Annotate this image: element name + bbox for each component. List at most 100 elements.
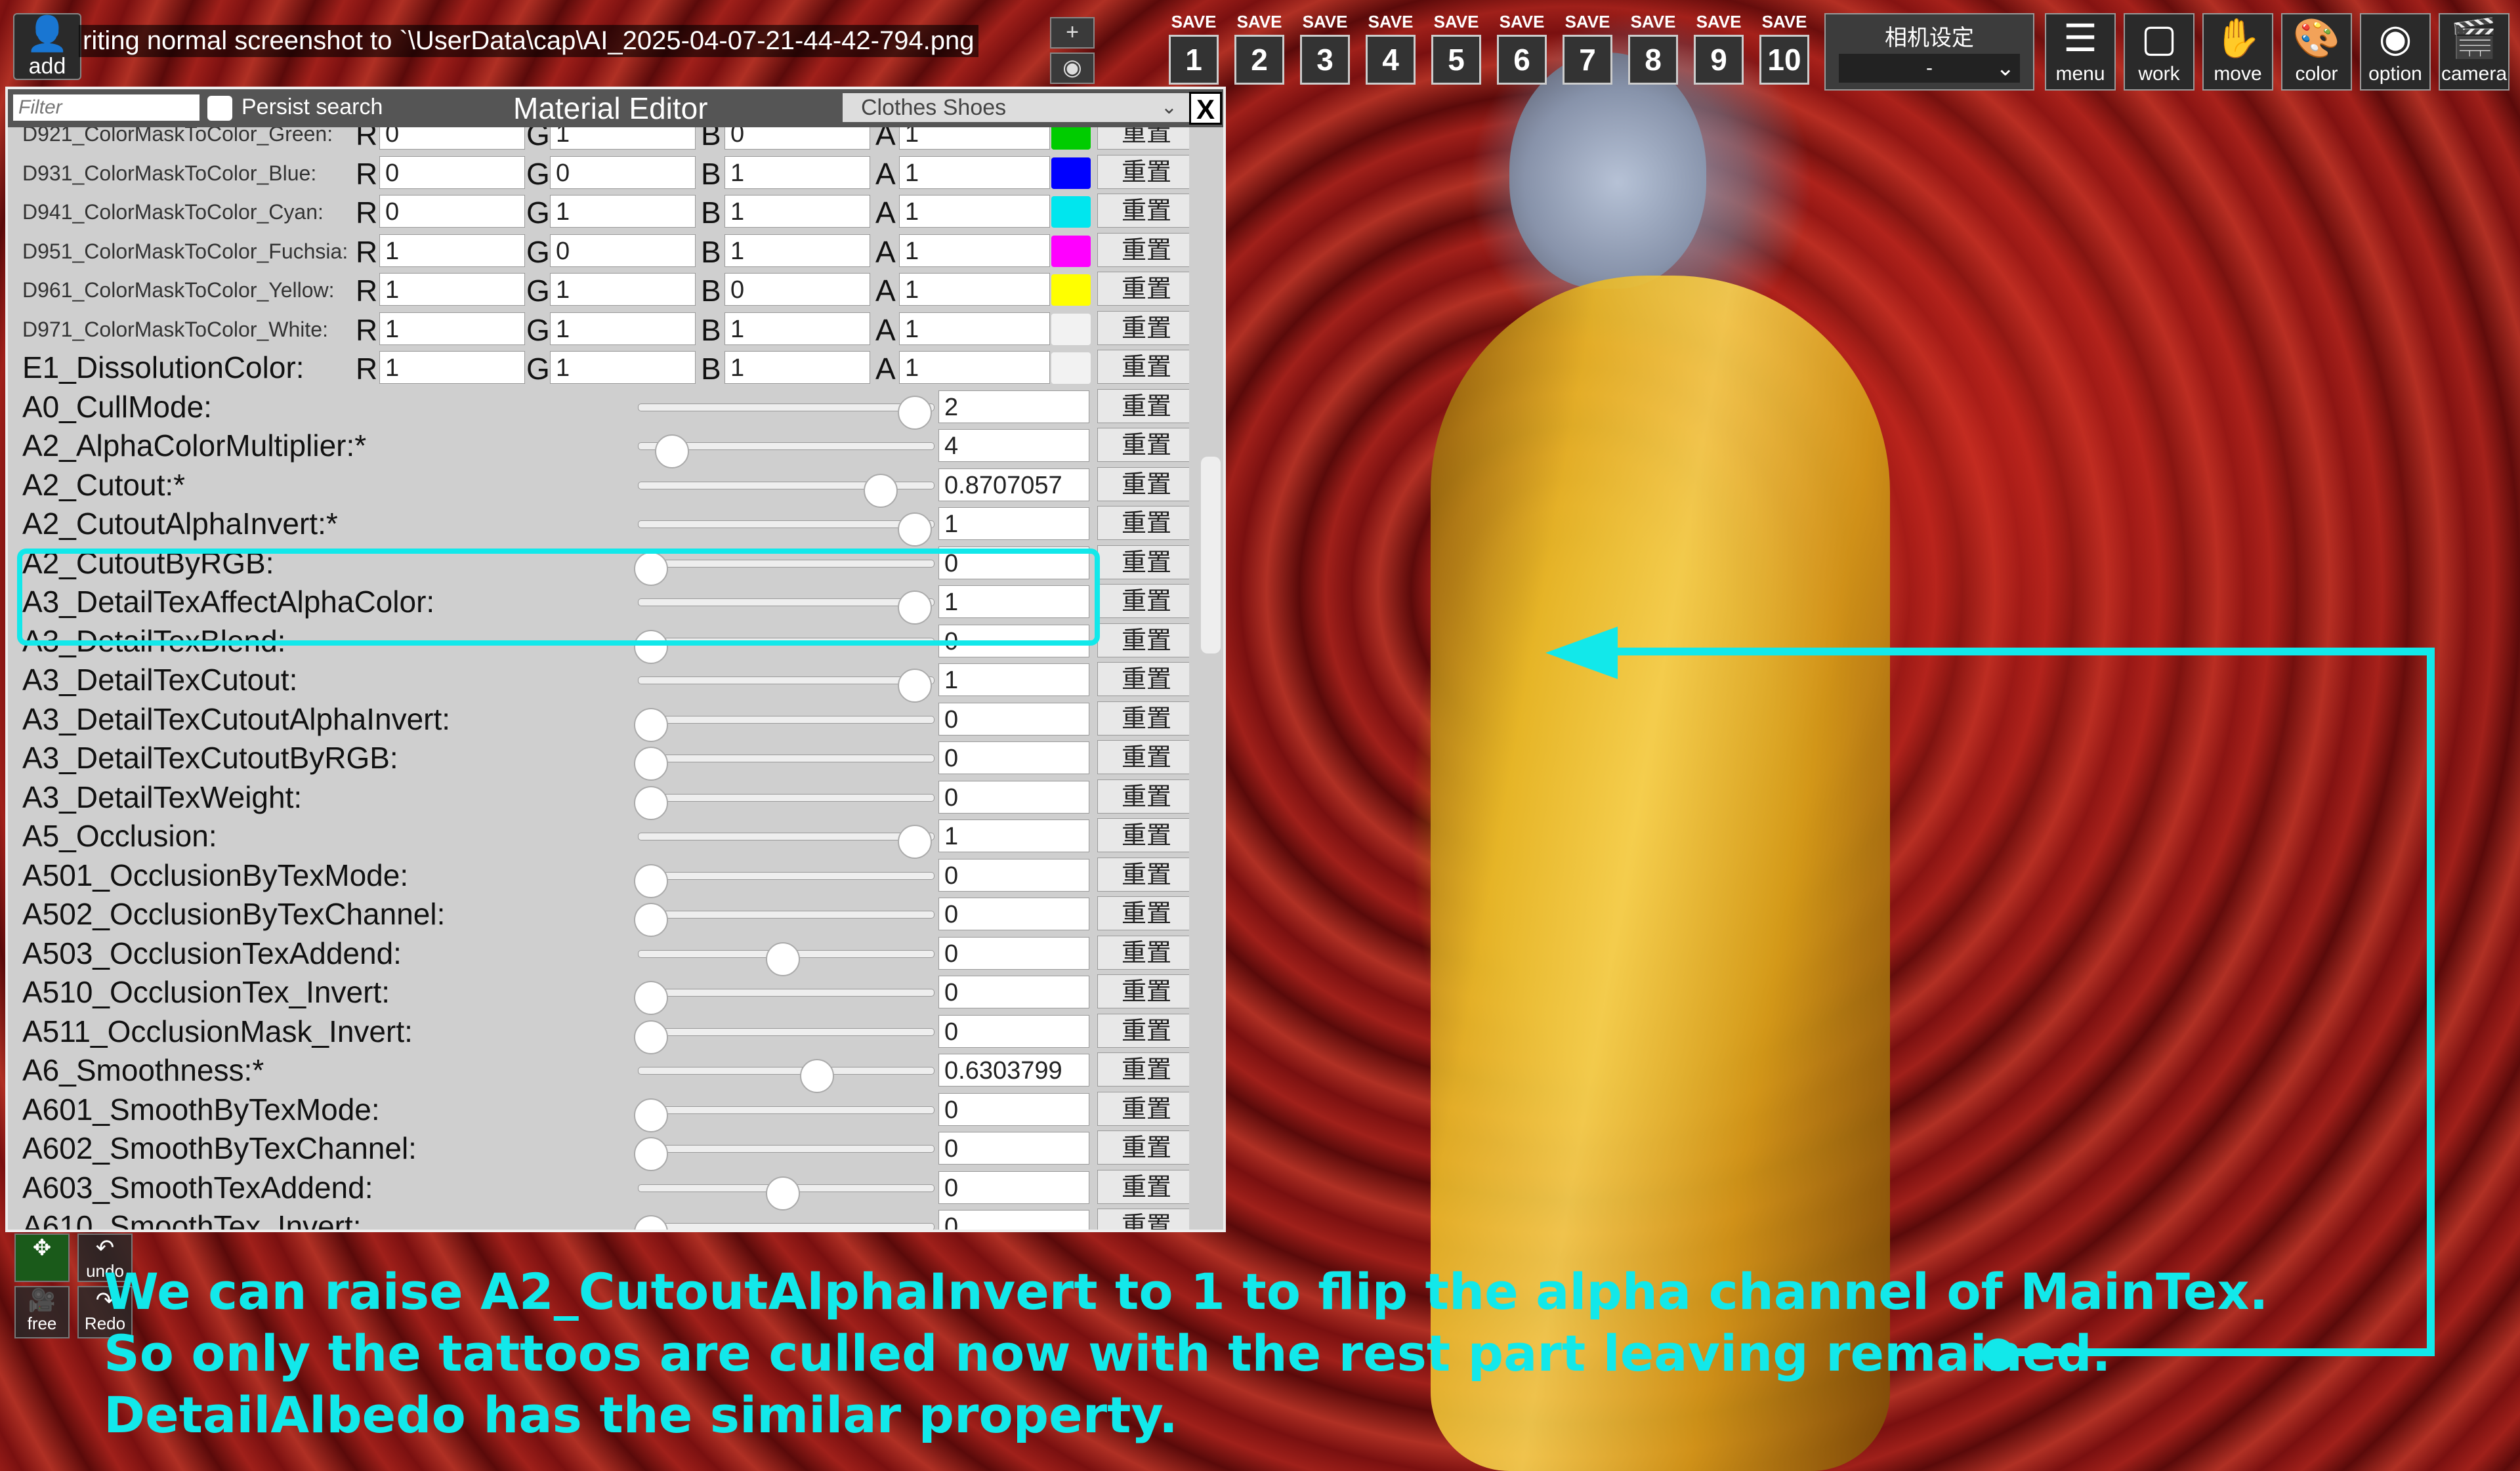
close-button[interactable]: X [1189,92,1222,125]
slider-knob[interactable] [634,1137,668,1171]
slider-knob[interactable] [898,395,932,430]
slider-knob[interactable] [898,512,932,547]
slider-knob[interactable] [766,942,800,976]
channel-b-input[interactable]: 1 [724,195,870,228]
channel-a-input[interactable]: 1 [899,155,1050,189]
value-input[interactable]: 0.8707057 [938,468,1089,501]
reset-button[interactable]: 重置 [1097,818,1189,852]
save-slot-2[interactable]: SAVE 2 [1230,12,1289,89]
reset-button[interactable]: 重置 [1097,154,1189,189]
value-input[interactable]: 0 [938,1132,1089,1165]
channel-r-input[interactable]: 0 [379,155,525,189]
save-slot-7[interactable]: SAVE 7 [1558,12,1617,89]
slider-track[interactable] [638,833,934,840]
reset-button[interactable]: 重置 [1097,127,1189,150]
channel-a-input[interactable]: 1 [899,127,1050,150]
reset-button[interactable]: 重置 [1097,701,1189,736]
slider-knob[interactable] [634,903,668,937]
value-input[interactable]: 0 [938,976,1089,1008]
slider-track[interactable] [638,755,934,762]
free-camera-button[interactable]: 🎥 free [14,1286,70,1338]
slider-knob[interactable] [634,785,668,820]
gizmo-button[interactable]: ✥ [14,1233,70,1282]
reset-button[interactable]: 重置 [1097,974,1189,1008]
slider-track[interactable] [638,1223,934,1230]
slider-track[interactable] [638,793,934,802]
reset-button[interactable]: 重置 [1097,623,1189,657]
slider-knob[interactable] [634,1098,668,1132]
channel-g-input[interactable]: 1 [550,351,696,384]
channel-b-input[interactable]: 1 [724,155,870,189]
reset-button[interactable]: 重置 [1097,194,1189,228]
save-slot-10[interactable]: SAVE 10 [1755,12,1814,89]
channel-r-input[interactable]: 1 [379,273,525,306]
channel-a-input[interactable]: 1 [899,273,1050,306]
save-slot-5[interactable]: SAVE 5 [1427,12,1486,89]
reset-button[interactable]: 重置 [1097,232,1189,267]
save-slot-6[interactable]: SAVE 6 [1492,12,1551,89]
slider-track[interactable] [638,1106,934,1114]
reset-button[interactable]: 重置 [1097,350,1189,384]
reset-button[interactable]: 重置 [1097,779,1189,814]
slider-track[interactable] [638,989,934,997]
value-input[interactable]: 1 [938,507,1089,540]
slider-track[interactable] [638,911,934,919]
scrollbar[interactable] [1201,457,1221,653]
channel-r-input[interactable]: 1 [379,312,525,345]
reset-button[interactable]: 重置 [1097,740,1189,774]
value-input[interactable]: 0 [938,780,1089,814]
color-swatch[interactable] [1051,352,1091,384]
color-swatch[interactable] [1051,235,1091,267]
color-button[interactable]: 🎨 color [2281,13,2352,91]
slider-knob[interactable] [634,1215,668,1230]
slider-knob[interactable] [634,1020,668,1054]
reset-button[interactable]: 重置 [1097,466,1189,501]
value-input[interactable]: 0 [938,1210,1089,1230]
channel-r-input[interactable]: 0 [379,127,525,150]
add-button[interactable]: 👤 add [13,13,81,80]
reset-button[interactable]: 重置 [1097,1091,1189,1126]
color-swatch[interactable] [1051,157,1091,189]
value-input[interactable]: 0 [938,1171,1089,1204]
reset-button[interactable]: 重置 [1097,662,1189,696]
slider-knob[interactable] [634,707,668,742]
value-input[interactable]: 0 [938,898,1089,930]
slider-track[interactable] [638,871,934,880]
filter-input[interactable] [13,94,200,121]
slider-track[interactable] [638,715,934,724]
channel-g-input[interactable]: 1 [550,273,696,306]
reset-button[interactable]: 重置 [1097,1013,1189,1048]
value-input[interactable]: 1 [938,819,1089,852]
channel-a-input[interactable]: 1 [899,195,1050,228]
reset-button[interactable]: 重置 [1097,584,1189,618]
value-input[interactable]: 4 [938,429,1089,462]
value-input[interactable]: 0 [938,858,1089,892]
channel-a-input[interactable]: 1 [899,312,1050,345]
channel-r-input[interactable]: 0 [379,195,525,228]
slider-knob[interactable] [634,747,668,781]
reset-button[interactable]: 重置 [1097,272,1189,306]
slider-knob[interactable] [800,1059,835,1093]
value-input[interactable]: 0 [938,1092,1089,1126]
clothes-select[interactable]: Clothes Shoes ⌄ [843,93,1190,122]
slider-track[interactable] [638,403,934,411]
camera-button[interactable]: 🎬 camera [2439,13,2510,91]
slider-knob[interactable] [655,434,690,468]
slider-knob[interactable] [898,669,932,703]
color-swatch[interactable] [1051,274,1091,306]
color-swatch[interactable] [1051,127,1091,150]
save-slot-4[interactable]: SAVE 4 [1361,12,1420,89]
reset-button[interactable]: 重置 [1097,1209,1189,1230]
save-slot-1[interactable]: SAVE 1 [1164,12,1223,89]
eye-button[interactable]: ◉ [1050,52,1095,84]
reset-button[interactable]: 重置 [1097,388,1189,423]
slider-knob[interactable] [634,863,668,898]
save-slot-3[interactable]: SAVE 3 [1295,12,1354,89]
channel-b-input[interactable]: 0 [724,273,870,306]
channel-a-input[interactable]: 1 [899,234,1050,267]
value-input[interactable]: 2 [938,390,1089,423]
channel-r-input[interactable]: 1 [379,234,525,267]
reset-button[interactable]: 重置 [1097,545,1189,579]
move-button[interactable]: ✋ move [2202,13,2273,91]
slider-knob[interactable] [766,1176,800,1211]
